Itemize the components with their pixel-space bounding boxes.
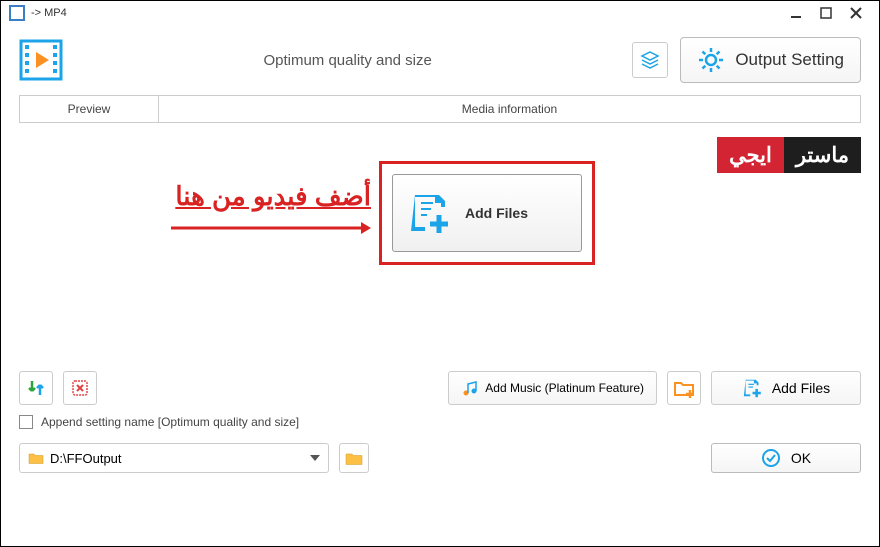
watermark-red: ايجي [717, 137, 784, 173]
bottom-toolbar: Add Music (Platinum Feature) Add Files [1, 371, 879, 405]
output-path-row: D:\FFOutput OK [1, 443, 879, 473]
layers-icon [639, 49, 661, 71]
add-files-small-icon [742, 377, 764, 399]
tabs-row: Preview Media information [19, 95, 861, 123]
output-path-dropdown[interactable]: D:\FFOutput [19, 443, 329, 473]
watermark: ايجي ماستر [717, 137, 861, 173]
titlebar-left: -> MP4 [9, 5, 67, 21]
window-title: -> MP4 [31, 7, 67, 19]
window-controls [781, 3, 871, 23]
output-path-text: D:\FFOutput [50, 451, 122, 466]
add-folder-button[interactable] [667, 371, 701, 405]
top-section: Optimum quality and size Output Setting [1, 25, 879, 95]
folder-icon [28, 451, 44, 465]
folder-open-icon [345, 450, 363, 466]
ok-label: OK [791, 450, 811, 466]
annotation-text: أضف فيديو من هنا [81, 181, 371, 212]
ok-button[interactable]: OK [711, 443, 861, 473]
tab-media-information[interactable]: Media information [159, 95, 861, 122]
chevron-down-icon [310, 455, 320, 461]
delete-button[interactable] [63, 371, 97, 405]
add-folder-icon [673, 377, 695, 399]
add-files-main-button[interactable]: Add Files [392, 174, 582, 252]
checkbox-row: Append setting name [Optimum quality and… [1, 415, 879, 429]
add-files-highlighted: Add Files [379, 161, 595, 265]
window-titlebar: -> MP4 [1, 1, 879, 25]
gear-icon [697, 46, 725, 74]
quality-label: Optimum quality and size [75, 52, 620, 69]
swap-icon [26, 378, 46, 398]
add-files-main-label: Add Files [465, 205, 528, 221]
append-setting-checkbox[interactable] [19, 415, 33, 429]
film-icon [19, 39, 63, 81]
output-setting-label: Output Setting [735, 50, 844, 70]
watermark-black: ماستر [784, 137, 861, 173]
add-files-icon [409, 191, 453, 235]
browse-folder-button[interactable] [339, 443, 369, 473]
tab-preview[interactable]: Preview [19, 95, 159, 122]
add-music-button[interactable]: Add Music (Platinum Feature) [448, 371, 657, 405]
minimize-button[interactable] [781, 3, 811, 23]
annotation: أضف فيديو من هنا [81, 181, 371, 238]
check-circle-icon [761, 448, 781, 468]
append-setting-label: Append setting name [Optimum quality and… [41, 415, 299, 429]
minimize-icon [789, 6, 803, 20]
app-icon [9, 5, 25, 21]
add-files-label: Add Files [772, 380, 830, 396]
output-setting-button[interactable]: Output Setting [680, 37, 861, 83]
add-music-label: Add Music (Platinum Feature) [485, 381, 644, 395]
maximize-button[interactable] [811, 3, 841, 23]
swap-button[interactable] [19, 371, 53, 405]
arrow-icon [171, 218, 371, 238]
add-files-button[interactable]: Add Files [711, 371, 861, 405]
layers-button[interactable] [632, 42, 668, 78]
delete-icon [70, 378, 90, 398]
music-icon [461, 379, 479, 397]
close-icon [849, 6, 863, 20]
maximize-icon [819, 6, 833, 20]
content-area: ايجي ماستر أضف فيديو من هنا Add Files [19, 131, 861, 371]
close-button[interactable] [841, 3, 871, 23]
